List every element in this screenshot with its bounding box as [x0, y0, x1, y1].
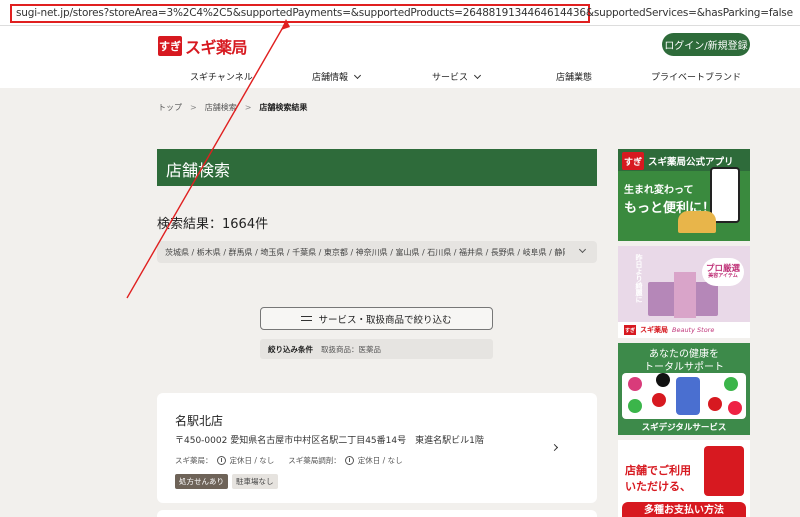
- beauty-app-icon: [652, 393, 666, 407]
- payment-card-illustration: [704, 446, 744, 496]
- x-icon: [656, 373, 670, 387]
- clock-icon: [216, 456, 226, 465]
- nav-item-sugi-channel[interactable]: スギチャンネル: [190, 70, 253, 83]
- payment-banner-line1: 店舗でご利用: [625, 464, 691, 477]
- pharmacy-label: スギ薬局：: [175, 456, 213, 465]
- page-title-banner: 店舗検索: [157, 149, 597, 186]
- digital-services-illustration: [622, 373, 746, 419]
- nav-item-label: 店舗業態: [556, 73, 593, 83]
- tag-prescription: 処方せんあり: [175, 474, 228, 489]
- site-header: すぎ スギ薬局 ログイン/新規登録 スギチャンネル 店舗情報 サービス 店舗業態…: [0, 26, 800, 88]
- app-logo-mark: すぎ: [622, 152, 644, 170]
- breadcrumb-top[interactable]: トップ: [158, 102, 182, 113]
- nav-item-label: スギチャンネル: [190, 73, 253, 83]
- nav-item-store-info[interactable]: 店舗情報: [312, 70, 362, 83]
- nav-item-private-brand[interactable]: プライベートブランド: [651, 70, 741, 83]
- mascot-illustration: [678, 211, 716, 233]
- filter-button[interactable]: サービス・取扱商品で絞り込む: [260, 307, 493, 330]
- prefecture-list: 茨城県 / 栃木県 / 群馬県 / 埼玉県 / 千葉県 / 東京都 / 神奈川県…: [165, 248, 565, 257]
- pharmacy-hours: スギ薬局： 定休日 / なし: [175, 455, 274, 466]
- main-nav: スギチャンネル 店舗情報 サービス 店舗業態 プライベートブランド: [0, 70, 800, 86]
- chevron-right-icon: [550, 443, 559, 452]
- app-banner-title: スギ薬局公式アプリ: [648, 157, 734, 168]
- breadcrumb-current: 店舗検索結果: [259, 103, 308, 112]
- beauty-logo-mark: すぎ: [624, 325, 636, 335]
- nav-item-label: サービス: [432, 73, 469, 83]
- browser-address-bar: sugi-net.jp/stores?storeArea=3%2C4%2C5&s…: [0, 0, 800, 26]
- cosmetics-illustration: [674, 272, 696, 318]
- app-icon: [728, 401, 742, 415]
- digital-banner-line2: トータルサポート: [644, 362, 724, 373]
- chevron-down-icon: [473, 71, 482, 79]
- url-text: sugi-net.jp/stores?storeArea=3%2C4%2C5&s…: [16, 7, 793, 19]
- filter-conditions: 絞り込み条件 取扱商品：医薬品: [260, 339, 493, 359]
- app-banner[interactable]: すぎ スギ薬局公式アプリ 生まれ変わって もっと便利に！: [618, 149, 750, 241]
- store-address: 〒450-0002 愛知県名古屋市中村区名駅二丁目45番14号 東進名駅ビル1階: [175, 436, 484, 446]
- filter-button-label: サービス・取扱商品で絞り込む: [318, 314, 452, 326]
- beauty-side-text: 昨日より綺麗に: [635, 254, 643, 303]
- smartphone-icon: [710, 167, 740, 223]
- beauty-banner-footer: すぎ スギ薬局 Beauty Store: [618, 322, 750, 338]
- breadcrumb-store-search[interactable]: 店舗検索: [205, 102, 237, 113]
- pharmacy-holiday: 定休日 / なし: [229, 456, 275, 465]
- store-card[interactable]: [157, 510, 597, 517]
- beauty-badge-sub: 美容アイテム: [708, 272, 738, 279]
- chevron-down-icon: [353, 71, 362, 79]
- logo-mark: すぎ: [158, 36, 182, 56]
- smartphone-icon: [676, 377, 700, 415]
- nav-item-label: プライベートブランド: [651, 73, 742, 83]
- payment-banner[interactable]: 店舗でご利用 いただける、 多種お支払い方法: [618, 440, 750, 517]
- walk-app-icon: [628, 399, 642, 413]
- url-field[interactable]: sugi-net.jp/stores?storeArea=3%2C4%2C5&s…: [10, 4, 793, 23]
- payment-banner-bottom: 多種お支払い方法: [622, 502, 746, 517]
- instagram-icon: [628, 377, 642, 391]
- store-hours: スギ薬局： 定休日 / なし スギ薬局調剤： 定休日 / なし: [175, 455, 403, 466]
- condition-value: 取扱商品：医薬品: [321, 344, 381, 354]
- site-logo[interactable]: すぎ スギ薬局: [158, 35, 248, 57]
- login-register-button[interactable]: ログイン/新規登録: [662, 33, 750, 56]
- beauty-banner[interactable]: 昨日より綺麗に プロ厳選 美容アイテム すぎ スギ薬局 Beauty Store: [618, 246, 750, 338]
- nav-item-label: 店舗情報: [312, 73, 349, 83]
- youtube-icon: [708, 397, 722, 411]
- beauty-brand: スギ薬局: [640, 326, 668, 334]
- store-card[interactable]: 名駅北店 〒450-0002 愛知県名古屋市中村区名駅二丁目45番14号 東進名…: [157, 393, 597, 503]
- nav-item-store-format[interactable]: 店舗業態: [556, 70, 592, 83]
- clock-icon: [344, 456, 354, 465]
- condition-label: 絞り込み条件: [268, 344, 313, 354]
- chevron-down-icon: [578, 245, 587, 254]
- dispensing-holiday: 定休日 / なし: [357, 456, 403, 465]
- prefecture-selector[interactable]: 茨城県 / 栃木県 / 群馬県 / 埼玉県 / 千葉県 / 東京都 / 神奈川県…: [157, 241, 597, 263]
- breadcrumb: トップ > 店舗検索 > 店舗検索結果: [158, 102, 307, 113]
- nav-item-service[interactable]: サービス: [432, 70, 482, 83]
- beauty-badge: プロ厳選 美容アイテム: [702, 258, 744, 286]
- app-banner-line1: 生まれ変わって: [624, 185, 694, 196]
- breadcrumb-separator: >: [244, 103, 252, 112]
- store-name: 名駅北店: [175, 414, 224, 428]
- page-title: 店舗検索: [166, 161, 231, 180]
- digital-service-banner[interactable]: あなたの健康を トータルサポート スギデジタルサービス: [618, 343, 750, 435]
- beauty-brand-sub: Beauty Store: [672, 326, 715, 334]
- line-icon: [724, 377, 738, 391]
- dispensing-hours: スギ薬局調剤： 定休日 / なし: [288, 455, 403, 466]
- digital-banner-footer: スギデジタルサービス: [641, 423, 727, 433]
- breadcrumb-separator: >: [190, 103, 197, 112]
- result-count: 検索結果：1664件: [157, 217, 269, 232]
- tag-parking: 駐車場なし: [232, 474, 278, 489]
- logo-text: スギ薬局: [185, 38, 248, 57]
- dispensing-label: スギ薬局調剤：: [288, 456, 341, 465]
- payment-banner-line2: いただける、: [625, 480, 691, 493]
- store-tags: 処方せんあり 駐車場なし: [175, 474, 278, 489]
- sliders-icon: [301, 314, 313, 323]
